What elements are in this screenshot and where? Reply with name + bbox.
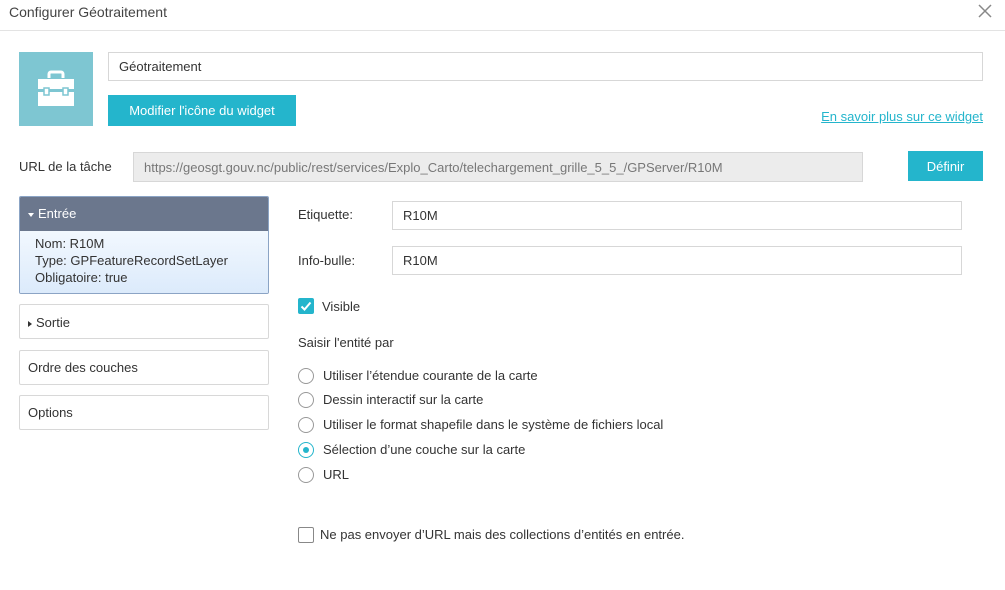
dialog-title: Configurer Géotraitement: [9, 4, 167, 20]
toolbox-icon: [38, 70, 74, 106]
radio-label: Sélection d’une couche sur la carte: [323, 442, 526, 457]
sidebar-panel-sortie[interactable]: Sortie: [19, 304, 269, 339]
no-url-checkbox[interactable]: [298, 527, 314, 543]
triangle-down-icon: [28, 212, 34, 217]
panel-label-entree: Entrée: [38, 206, 77, 221]
panel-label-options: Options: [28, 405, 73, 420]
radio-label: Utiliser le format shapefile dans le sys…: [323, 417, 664, 432]
param-name: Nom: R10M: [35, 236, 105, 251]
param-type: Type: GPFeatureRecordSetLayer: [35, 253, 228, 268]
panel-label-sortie: Sortie: [36, 315, 70, 330]
sidebar-panel-layer-order[interactable]: Ordre des couches: [19, 350, 269, 385]
param-required: Obligatoire: true: [35, 270, 128, 285]
widget-icon-preview: [19, 52, 93, 126]
label-field-input[interactable]: [392, 201, 962, 230]
radio-label: Utiliser l’étendue courante de la carte: [323, 368, 538, 383]
dialog-header: Configurer Géotraitement: [0, 0, 1005, 31]
radio-button[interactable]: [298, 368, 314, 384]
change-widget-icon-button[interactable]: Modifier l'icône du widget: [108, 95, 296, 126]
close-icon[interactable]: [978, 4, 992, 18]
radio-button[interactable]: [298, 417, 314, 433]
sidebar-panel-entree[interactable]: Entrée Nom: R10M Type: GPFeatureRecordSe…: [19, 196, 269, 294]
define-button[interactable]: Définir: [908, 151, 983, 181]
task-url-label: URL de la tâche: [19, 159, 112, 174]
widget-name-input[interactable]: [108, 52, 983, 81]
sidebar-panel-options[interactable]: Options: [19, 395, 269, 430]
checkmark-icon: [300, 301, 312, 311]
learn-more-link[interactable]: En savoir plus sur ce widget: [821, 109, 983, 124]
tooltip-field-label: Info-bulle:: [298, 253, 356, 268]
radio-label: URL: [323, 467, 350, 482]
panel-label-layer-order: Ordre des couches: [28, 360, 138, 375]
radio-button[interactable]: [298, 392, 314, 408]
visible-label: Visible: [322, 299, 361, 314]
triangle-right-icon: [28, 320, 32, 327]
radio-button-selected[interactable]: [298, 442, 314, 458]
tooltip-field-input[interactable]: [392, 246, 962, 275]
visible-checkbox[interactable]: [298, 298, 314, 314]
task-url-input[interactable]: [133, 152, 863, 182]
radio-label: Dessin interactif sur la carte: [323, 392, 484, 407]
panel-header-entree[interactable]: Entrée: [20, 197, 268, 231]
select-feature-by-label: Saisir l'entité par: [298, 335, 394, 350]
param-list-item[interactable]: Nom: R10M Type: GPFeatureRecordSetLayer …: [20, 231, 268, 293]
radio-button[interactable]: [298, 467, 314, 483]
label-field-label: Etiquette:: [298, 207, 353, 222]
no-url-label: Ne pas envoyer d’URL mais des collection…: [320, 527, 685, 542]
